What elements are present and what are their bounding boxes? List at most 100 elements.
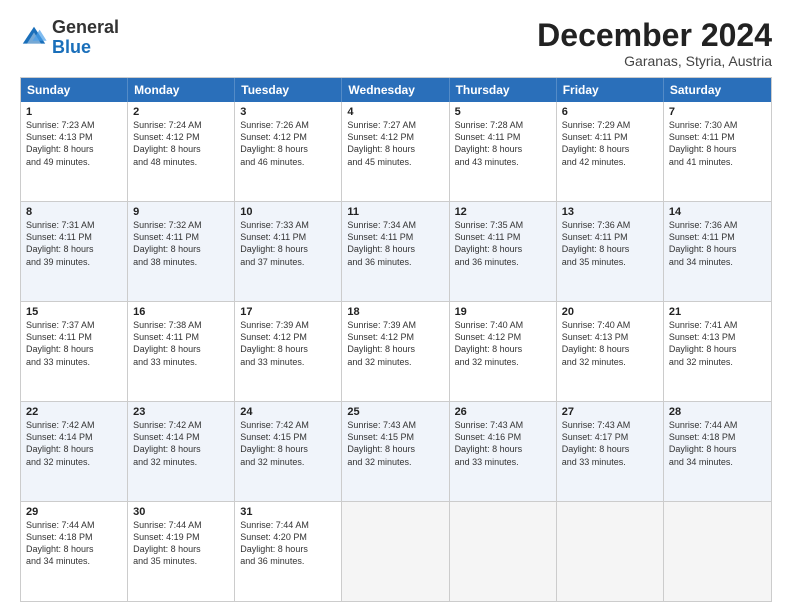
day-number: 27 [562,406,658,418]
calendar-cell: 20Sunrise: 7:40 AM Sunset: 4:13 PM Dayli… [557,302,664,401]
weekday-header: Thursday [450,78,557,102]
calendar-cell: 8Sunrise: 7:31 AM Sunset: 4:11 PM Daylig… [21,202,128,301]
day-number: 29 [26,506,122,518]
cell-info: Sunrise: 7:41 AM Sunset: 4:13 PM Dayligh… [669,319,766,368]
day-number: 13 [562,206,658,218]
cell-info: Sunrise: 7:43 AM Sunset: 4:15 PM Dayligh… [347,419,443,468]
day-number: 11 [347,206,443,218]
calendar-row: 15Sunrise: 7:37 AM Sunset: 4:11 PM Dayli… [21,301,771,401]
cell-info: Sunrise: 7:33 AM Sunset: 4:11 PM Dayligh… [240,219,336,268]
calendar-cell [450,502,557,601]
day-number: 25 [347,406,443,418]
day-number: 2 [133,106,229,118]
cell-info: Sunrise: 7:26 AM Sunset: 4:12 PM Dayligh… [240,119,336,168]
calendar-cell [557,502,664,601]
page: General Blue December 2024 Garanas, Styr… [0,0,792,612]
logo-text: General Blue [52,18,119,58]
calendar-cell: 27Sunrise: 7:43 AM Sunset: 4:17 PM Dayli… [557,402,664,501]
cell-info: Sunrise: 7:38 AM Sunset: 4:11 PM Dayligh… [133,319,229,368]
location-subtitle: Garanas, Styria, Austria [537,53,772,69]
cell-info: Sunrise: 7:42 AM Sunset: 4:14 PM Dayligh… [26,419,122,468]
cell-info: Sunrise: 7:42 AM Sunset: 4:15 PM Dayligh… [240,419,336,468]
weekday-header: Monday [128,78,235,102]
calendar-cell: 13Sunrise: 7:36 AM Sunset: 4:11 PM Dayli… [557,202,664,301]
cell-info: Sunrise: 7:44 AM Sunset: 4:18 PM Dayligh… [26,519,122,568]
calendar-cell: 19Sunrise: 7:40 AM Sunset: 4:12 PM Dayli… [450,302,557,401]
calendar-cell: 3Sunrise: 7:26 AM Sunset: 4:12 PM Daylig… [235,102,342,201]
calendar-header: SundayMondayTuesdayWednesdayThursdayFrid… [21,78,771,102]
day-number: 8 [26,206,122,218]
cell-info: Sunrise: 7:29 AM Sunset: 4:11 PM Dayligh… [562,119,658,168]
calendar-cell: 5Sunrise: 7:28 AM Sunset: 4:11 PM Daylig… [450,102,557,201]
title-block: December 2024 Garanas, Styria, Austria [537,18,772,69]
cell-info: Sunrise: 7:39 AM Sunset: 4:12 PM Dayligh… [240,319,336,368]
calendar-cell: 23Sunrise: 7:42 AM Sunset: 4:14 PM Dayli… [128,402,235,501]
day-number: 26 [455,406,551,418]
calendar-cell: 2Sunrise: 7:24 AM Sunset: 4:12 PM Daylig… [128,102,235,201]
weekday-header: Tuesday [235,78,342,102]
calendar-cell: 21Sunrise: 7:41 AM Sunset: 4:13 PM Dayli… [664,302,771,401]
calendar-cell: 16Sunrise: 7:38 AM Sunset: 4:11 PM Dayli… [128,302,235,401]
calendar-row: 8Sunrise: 7:31 AM Sunset: 4:11 PM Daylig… [21,201,771,301]
day-number: 14 [669,206,766,218]
cell-info: Sunrise: 7:28 AM Sunset: 4:11 PM Dayligh… [455,119,551,168]
weekday-header: Wednesday [342,78,449,102]
cell-info: Sunrise: 7:31 AM Sunset: 4:11 PM Dayligh… [26,219,122,268]
day-number: 4 [347,106,443,118]
weekday-header: Sunday [21,78,128,102]
calendar-cell: 24Sunrise: 7:42 AM Sunset: 4:15 PM Dayli… [235,402,342,501]
cell-info: Sunrise: 7:34 AM Sunset: 4:11 PM Dayligh… [347,219,443,268]
calendar-cell [342,502,449,601]
day-number: 15 [26,306,122,318]
calendar-cell: 22Sunrise: 7:42 AM Sunset: 4:14 PM Dayli… [21,402,128,501]
calendar-cell: 28Sunrise: 7:44 AM Sunset: 4:18 PM Dayli… [664,402,771,501]
day-number: 17 [240,306,336,318]
day-number: 30 [133,506,229,518]
calendar-cell [664,502,771,601]
month-title: December 2024 [537,18,772,53]
cell-info: Sunrise: 7:30 AM Sunset: 4:11 PM Dayligh… [669,119,766,168]
cell-info: Sunrise: 7:36 AM Sunset: 4:11 PM Dayligh… [669,219,766,268]
logo-general: General [52,17,119,37]
day-number: 9 [133,206,229,218]
header: General Blue December 2024 Garanas, Styr… [20,18,772,69]
calendar-cell: 14Sunrise: 7:36 AM Sunset: 4:11 PM Dayli… [664,202,771,301]
cell-info: Sunrise: 7:32 AM Sunset: 4:11 PM Dayligh… [133,219,229,268]
logo-icon [20,24,48,52]
day-number: 23 [133,406,229,418]
cell-info: Sunrise: 7:43 AM Sunset: 4:16 PM Dayligh… [455,419,551,468]
calendar-cell: 25Sunrise: 7:43 AM Sunset: 4:15 PM Dayli… [342,402,449,501]
cell-info: Sunrise: 7:23 AM Sunset: 4:13 PM Dayligh… [26,119,122,168]
calendar-cell: 10Sunrise: 7:33 AM Sunset: 4:11 PM Dayli… [235,202,342,301]
logo-blue: Blue [52,37,91,57]
cell-info: Sunrise: 7:37 AM Sunset: 4:11 PM Dayligh… [26,319,122,368]
calendar-cell: 4Sunrise: 7:27 AM Sunset: 4:12 PM Daylig… [342,102,449,201]
day-number: 24 [240,406,336,418]
calendar-cell: 17Sunrise: 7:39 AM Sunset: 4:12 PM Dayli… [235,302,342,401]
day-number: 3 [240,106,336,118]
day-number: 28 [669,406,766,418]
cell-info: Sunrise: 7:42 AM Sunset: 4:14 PM Dayligh… [133,419,229,468]
cell-info: Sunrise: 7:39 AM Sunset: 4:12 PM Dayligh… [347,319,443,368]
day-number: 21 [669,306,766,318]
cell-info: Sunrise: 7:40 AM Sunset: 4:12 PM Dayligh… [455,319,551,368]
day-number: 1 [26,106,122,118]
calendar-cell: 9Sunrise: 7:32 AM Sunset: 4:11 PM Daylig… [128,202,235,301]
calendar-cell: 15Sunrise: 7:37 AM Sunset: 4:11 PM Dayli… [21,302,128,401]
day-number: 18 [347,306,443,318]
weekday-header: Saturday [664,78,771,102]
day-number: 19 [455,306,551,318]
calendar-cell: 11Sunrise: 7:34 AM Sunset: 4:11 PM Dayli… [342,202,449,301]
day-number: 5 [455,106,551,118]
calendar-body: 1Sunrise: 7:23 AM Sunset: 4:13 PM Daylig… [21,102,771,601]
day-number: 10 [240,206,336,218]
cell-info: Sunrise: 7:27 AM Sunset: 4:12 PM Dayligh… [347,119,443,168]
calendar-cell: 18Sunrise: 7:39 AM Sunset: 4:12 PM Dayli… [342,302,449,401]
calendar-cell: 6Sunrise: 7:29 AM Sunset: 4:11 PM Daylig… [557,102,664,201]
cell-info: Sunrise: 7:44 AM Sunset: 4:19 PM Dayligh… [133,519,229,568]
cell-info: Sunrise: 7:43 AM Sunset: 4:17 PM Dayligh… [562,419,658,468]
day-number: 6 [562,106,658,118]
cell-info: Sunrise: 7:24 AM Sunset: 4:12 PM Dayligh… [133,119,229,168]
day-number: 20 [562,306,658,318]
logo: General Blue [20,18,119,58]
